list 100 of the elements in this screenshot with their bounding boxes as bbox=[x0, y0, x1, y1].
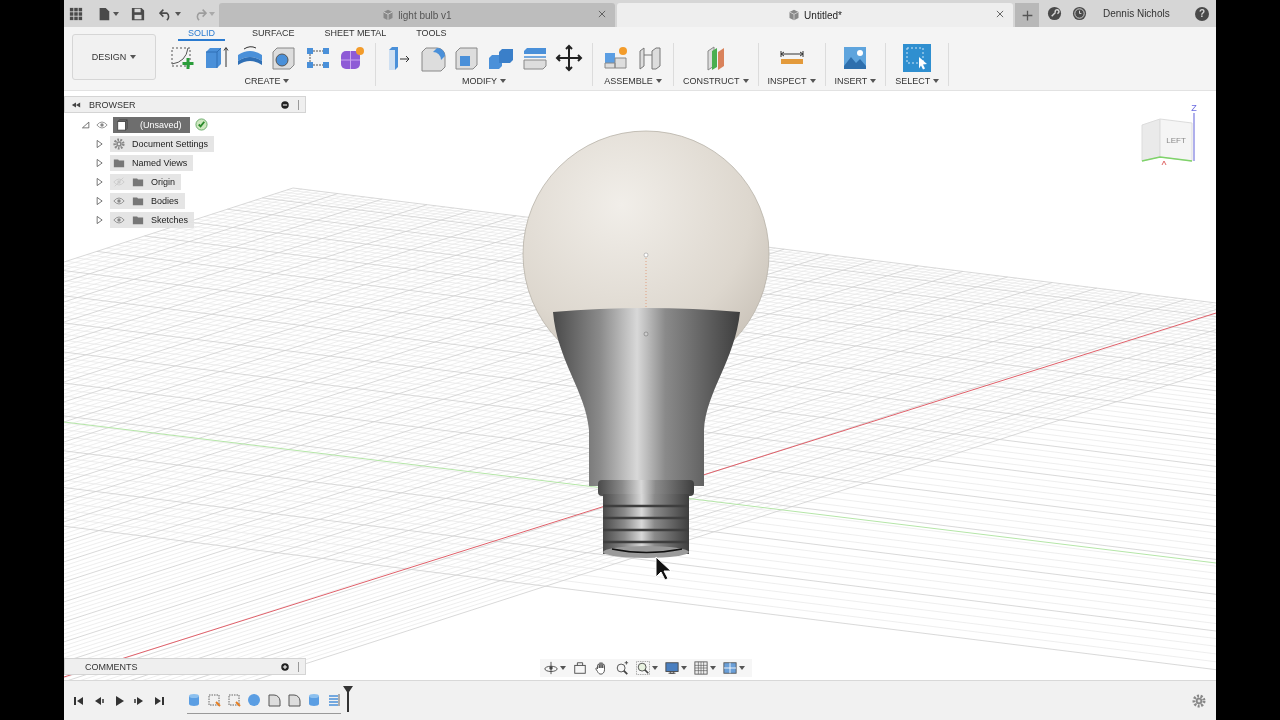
document-tab[interactable]: Untitled* bbox=[617, 3, 1013, 27]
fillet-icon[interactable] bbox=[419, 44, 447, 72]
joint-icon[interactable] bbox=[636, 44, 664, 72]
shell-icon[interactable] bbox=[453, 44, 481, 72]
group-menu-button[interactable]: INSERT bbox=[834, 76, 877, 86]
disclosure-triangle-icon[interactable] bbox=[95, 214, 105, 225]
eye-icon[interactable] bbox=[113, 213, 125, 226]
fit-icon[interactable] bbox=[636, 661, 650, 675]
gear-icon bbox=[113, 137, 125, 150]
caret-icon bbox=[130, 55, 137, 59]
sketch-icon[interactable] bbox=[227, 693, 241, 707]
caret-icon bbox=[500, 79, 506, 83]
cube-icon bbox=[788, 9, 801, 21]
step-back-icon[interactable] bbox=[93, 694, 105, 707]
look-at-icon[interactable] bbox=[573, 661, 587, 675]
play-icon[interactable] bbox=[113, 694, 125, 707]
minimize-icon[interactable] bbox=[280, 99, 290, 110]
hole-icon[interactable] bbox=[270, 44, 298, 72]
tree-item[interactable]: Origin bbox=[110, 173, 181, 190]
tree-item[interactable]: Named Views bbox=[110, 154, 194, 171]
add-icon[interactable] bbox=[280, 661, 290, 672]
cylinder-icon[interactable] bbox=[187, 693, 201, 707]
eye-icon[interactable] bbox=[113, 194, 125, 207]
axis-label: Z bbox=[1191, 103, 1197, 113]
caret-icon bbox=[209, 11, 215, 16]
sphere-icon[interactable] bbox=[247, 693, 261, 707]
workspace-button[interactable]: DESIGN bbox=[72, 34, 156, 80]
clock-icon[interactable] bbox=[1072, 6, 1087, 21]
caret-icon bbox=[681, 666, 687, 670]
toolbar-tab[interactable]: SURFACE bbox=[249, 28, 298, 41]
toolbar-tab[interactable]: SHEET METAL bbox=[321, 28, 390, 41]
tree-item[interactable]: Bodies bbox=[110, 192, 185, 209]
disclosure-triangle-icon[interactable] bbox=[95, 138, 105, 149]
item-label: Bodies bbox=[151, 195, 179, 206]
item-label: Sketches bbox=[151, 214, 189, 225]
component-icon bbox=[116, 118, 128, 131]
caret-icon bbox=[710, 666, 716, 670]
caret-icon bbox=[739, 666, 745, 670]
cylinder-icon[interactable] bbox=[307, 693, 321, 707]
group-menu-button[interactable]: MODIFY bbox=[462, 76, 506, 86]
eye-icon[interactable] bbox=[96, 118, 108, 131]
caret-icon bbox=[742, 79, 749, 83]
view-cube[interactable] bbox=[1141, 112, 1195, 166]
form-icon[interactable] bbox=[338, 44, 366, 72]
toolbar-tab[interactable]: SOLID bbox=[178, 28, 225, 41]
group-menu-button[interactable]: SELECT bbox=[895, 76, 940, 86]
item-label: (Unsaved) bbox=[140, 119, 182, 130]
disclosure-triangle-icon[interactable] bbox=[95, 195, 105, 206]
toolbar-tab[interactable]: TOOLS bbox=[413, 28, 450, 41]
timeline-marker[interactable] bbox=[343, 685, 353, 712]
wrench-icon[interactable] bbox=[1047, 6, 1062, 21]
tree-item[interactable]: Sketches bbox=[110, 211, 195, 228]
panel-title: BROWSER bbox=[89, 99, 137, 110]
file-icon[interactable] bbox=[97, 6, 111, 21]
orbit-icon[interactable] bbox=[544, 661, 558, 675]
caret-icon bbox=[870, 79, 877, 83]
close-icon[interactable] bbox=[995, 9, 1005, 19]
monitor-icon[interactable] bbox=[665, 661, 679, 675]
group-menu-button[interactable]: INSPECT bbox=[767, 76, 816, 86]
disclosure-triangle-icon[interactable] bbox=[81, 119, 91, 130]
component-icon[interactable] bbox=[602, 44, 630, 72]
grid-icon[interactable] bbox=[694, 661, 708, 675]
settings-icon[interactable] bbox=[1192, 693, 1206, 708]
split-view-icon[interactable] bbox=[723, 661, 737, 675]
disclosure-triangle-icon[interactable] bbox=[95, 176, 105, 187]
group-menu-button[interactable]: CONSTRUCT bbox=[683, 76, 749, 86]
hand-icon[interactable] bbox=[594, 661, 608, 675]
user-name[interactable]: Dennis Nichols bbox=[1103, 8, 1185, 19]
tree-item[interactable]: Document Settings bbox=[110, 135, 215, 152]
item-label: Named Views bbox=[132, 157, 188, 168]
step-forward-icon[interactable] bbox=[133, 694, 145, 707]
zoom-icon[interactable] bbox=[615, 661, 629, 675]
disclosure-triangle-icon[interactable] bbox=[95, 157, 105, 168]
cube-icon bbox=[382, 9, 395, 21]
mouse-pointer-icon bbox=[655, 556, 672, 581]
select-icon[interactable] bbox=[903, 44, 932, 72]
skip-to-end-icon[interactable] bbox=[153, 694, 165, 707]
caret-icon bbox=[560, 666, 566, 670]
skip-to-start-icon[interactable] bbox=[73, 694, 85, 707]
item-label: Origin bbox=[151, 176, 175, 187]
sketch-icon[interactable] bbox=[168, 44, 196, 72]
apps-grid-icon[interactable] bbox=[69, 6, 83, 21]
close-icon[interactable] bbox=[597, 9, 607, 19]
group-menu-button[interactable]: CREATE bbox=[244, 76, 290, 86]
group-menu-button[interactable]: ASSEMBLE bbox=[604, 76, 662, 86]
save-icon[interactable] bbox=[131, 6, 145, 21]
fillet-icon[interactable] bbox=[267, 693, 281, 707]
panel-title: COMMENTS bbox=[85, 661, 139, 672]
move-icon[interactable] bbox=[555, 44, 583, 72]
fillet-icon[interactable] bbox=[287, 693, 301, 707]
document-tab[interactable]: light bulb v1 bbox=[219, 3, 615, 27]
new-tab-button[interactable] bbox=[1015, 3, 1039, 27]
tree-item[interactable]: (Unsaved) bbox=[113, 116, 190, 133]
caret-icon bbox=[113, 11, 119, 16]
caret-icon bbox=[655, 79, 662, 83]
sketch-icon[interactable] bbox=[207, 693, 221, 707]
caret-icon bbox=[175, 11, 181, 16]
caret-icon bbox=[283, 79, 290, 83]
item-label: Document Settings bbox=[132, 138, 209, 149]
help-button[interactable]: ? bbox=[1195, 6, 1209, 21]
